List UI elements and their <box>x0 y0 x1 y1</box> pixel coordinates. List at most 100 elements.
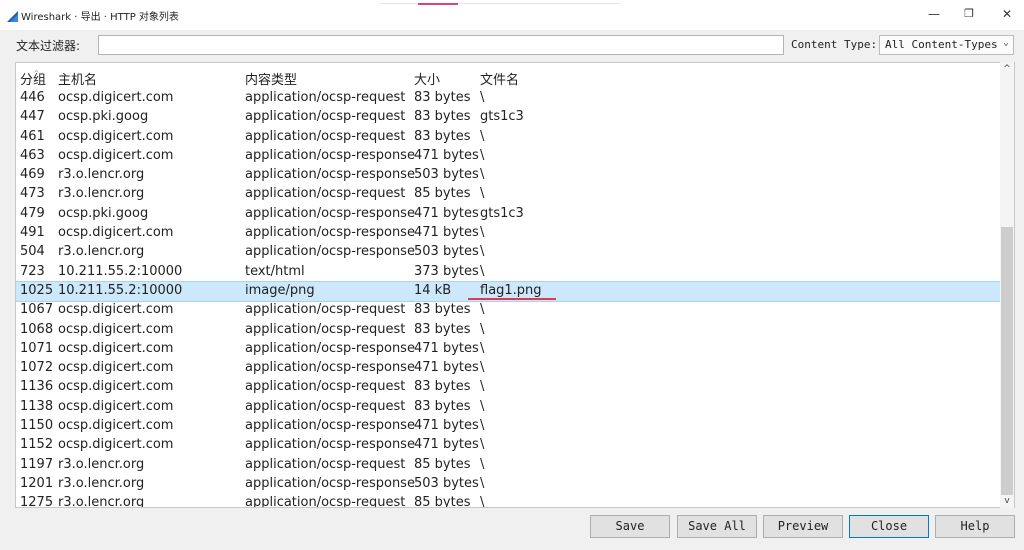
table-row[interactable]: 1150 ocsp.digicert.com application/ocsp-re… <box>16 417 1001 436</box>
size-cell: 85 bytes <box>414 186 471 202</box>
scroll-up-icon[interactable]: ^ <box>1000 64 1014 74</box>
packet-number-cell: 1136 <box>20 379 54 395</box>
table-row[interactable]: 504 r3.o.lencr.org application/ocsp-respon… <box>16 243 1001 262</box>
content-type-cell: application/ocsp-response <box>245 205 415 221</box>
hostname-cell: ocsp.digicert.com <box>58 379 174 395</box>
table-row[interactable]: 1136 ocsp.digicert.com application/ocsp-re… <box>16 378 1001 397</box>
table-row[interactable]: 479 ocsp.pki.goog application/ocsp-respons… <box>16 205 1001 224</box>
close-window-button[interactable]: ✕ <box>997 7 1017 21</box>
filename-cell: \ <box>480 167 485 183</box>
hostname-cell: r3.o.lencr.org <box>58 167 145 183</box>
hostname-cell: ocsp.digicert.com <box>58 128 174 144</box>
size-cell: 85 bytes <box>414 495 471 508</box>
hostname-cell: ocsp.digicert.com <box>58 360 174 376</box>
size-cell: 503 bytes <box>414 167 479 183</box>
packet-number-cell: 1138 <box>20 398 54 414</box>
filename-cell: \ <box>480 398 485 414</box>
size-cell: 83 bytes <box>414 128 471 144</box>
hostname-cell: ocsp.digicert.com <box>58 321 174 337</box>
column-header-content-type[interactable]: 内容类型 <box>245 69 297 88</box>
content-type-cell: application/ocsp-request <box>245 321 406 337</box>
title-divider <box>380 3 620 4</box>
packet-number-cell: 469 <box>20 167 45 183</box>
restore-button[interactable]: ❐ <box>959 7 979 20</box>
hostname-cell: ocsp.digicert.com <box>58 340 174 356</box>
packet-number-cell: 491 <box>20 225 45 241</box>
column-header-packet[interactable]: 分组 <box>20 69 46 88</box>
table-header: ^ 分组 主机名 内容类型 大小 文件名 <box>16 63 1001 89</box>
hostname-cell: r3.o.lencr.org <box>58 244 145 260</box>
table-row[interactable]: 469 r3.o.lencr.org application/ocsp-respon… <box>16 166 1001 185</box>
hostname-cell: ocsp.digicert.com <box>58 437 174 453</box>
packet-number-cell: 1201 <box>20 475 54 491</box>
hostname-cell: ocsp.digicert.com <box>58 418 174 434</box>
hostname-cell: r3.o.lencr.org <box>58 475 145 491</box>
hostname-cell: ocsp.pki.goog <box>58 109 149 125</box>
table-row[interactable]: 446 ocsp.digicert.com application/ocsp-req… <box>16 89 1001 108</box>
table-row[interactable]: 447 ocsp.pki.goog application/ocsp-request… <box>16 108 1001 127</box>
table-row[interactable]: 1138 ocsp.digicert.com application/ocsp-re… <box>16 398 1001 417</box>
window-title: Wireshark · 导出 · HTTP 对象列表 <box>21 12 179 23</box>
column-header-filename[interactable]: 文件名 <box>480 69 519 88</box>
close-button[interactable]: Close <box>849 515 929 538</box>
packet-number-cell: 447 <box>20 109 45 125</box>
save-button[interactable]: Save <box>590 515 670 538</box>
table-row[interactable]: 1275 r3.o.lencr.org application/ocsp-reque… <box>16 494 1001 508</box>
minimize-button[interactable]: — <box>924 7 944 21</box>
save-all-button[interactable]: Save All <box>677 515 757 538</box>
column-header-hostname[interactable]: 主机名 <box>58 69 97 88</box>
filename-cell: \ <box>480 263 485 279</box>
content-type-cell: image/png <box>245 282 315 298</box>
vertical-scrollbar[interactable]: ^ v <box>1000 62 1014 508</box>
table-row[interactable]: 463 ocsp.digicert.com application/ocsp-res… <box>16 147 1001 166</box>
title-accent <box>418 3 458 5</box>
content-type-label: Content Type: <box>791 38 878 51</box>
preview-button[interactable]: Preview <box>763 515 843 538</box>
help-button[interactable]: Help <box>935 515 1015 538</box>
content-type-cell: text/html <box>245 263 305 279</box>
content-type-cell: application/ocsp-request <box>245 302 406 318</box>
content-type-cell: application/ocsp-response <box>245 475 415 491</box>
table-row[interactable]: 1068 ocsp.digicert.com application/ocsp-re… <box>16 321 1001 340</box>
packet-number-cell: 461 <box>20 128 45 144</box>
packet-number-cell: 473 <box>20 186 45 202</box>
content-type-cell: application/ocsp-response <box>245 244 415 260</box>
filename-cell: \ <box>480 225 485 241</box>
table-row[interactable]: 1197 r3.o.lencr.org application/ocsp-reque… <box>16 456 1001 475</box>
packet-number-cell: 1071 <box>20 340 54 356</box>
hostname-cell: r3.o.lencr.org <box>58 186 145 202</box>
table-row[interactable]: 461 ocsp.digicert.com application/ocsp-req… <box>16 128 1001 147</box>
table-row[interactable]: 723 10.211.55.2:10000 text/html 373 bytes \ <box>16 263 1001 282</box>
hostname-cell: ocsp.digicert.com <box>58 398 174 414</box>
column-header-size[interactable]: 大小 <box>414 69 440 88</box>
filename-cell: \ <box>480 302 485 318</box>
text-filter-input[interactable] <box>98 35 784 55</box>
table-row[interactable]: 473 r3.o.lencr.org application/ocsp-reques… <box>16 185 1001 204</box>
size-cell: 85 bytes <box>414 456 471 472</box>
object-list-table[interactable]: ^ 分组 主机名 内容类型 大小 文件名 446 ocsp.digicert.co… <box>15 62 1015 508</box>
filename-cell: flag1.png <box>480 282 542 298</box>
table-row[interactable]: 491 ocsp.digicert.com application/ocsp-res… <box>16 224 1001 243</box>
scroll-down-icon[interactable]: v <box>1000 496 1014 506</box>
packet-number-cell: 1152 <box>20 437 54 453</box>
hostname-cell: 10.211.55.2:10000 <box>58 282 183 298</box>
table-row[interactable]: 1152 ocsp.digicert.com application/ocsp-re… <box>16 436 1001 455</box>
content-type-cell: application/ocsp-response <box>245 360 415 376</box>
packet-number-cell: 1067 <box>20 302 54 318</box>
hostname-cell: ocsp.digicert.com <box>58 302 174 318</box>
filename-cell: \ <box>480 186 485 202</box>
content-type-select[interactable]: All Content-Types ⌄ <box>879 35 1014 55</box>
size-cell: 503 bytes <box>414 475 479 491</box>
content-type-cell: application/ocsp-request <box>245 379 406 395</box>
packet-number-cell: 479 <box>20 205 45 221</box>
table-row[interactable]: 1201 r3.o.lencr.org application/ocsp-respo… <box>16 475 1001 494</box>
scroll-thumb[interactable] <box>1001 227 1013 495</box>
filename-cell: gts1c3 <box>480 109 524 125</box>
filename-cell: \ <box>480 90 485 105</box>
table-row[interactable]: 1072 ocsp.digicert.com application/ocsp-re… <box>16 359 1001 378</box>
filename-cell: \ <box>480 340 485 356</box>
table-row[interactable]: 1071 ocsp.digicert.com application/ocsp-re… <box>16 340 1001 359</box>
table-row[interactable]: 1067 ocsp.digicert.com application/ocsp-re… <box>16 301 1001 320</box>
hostname-cell: 10.211.55.2:10000 <box>58 263 183 279</box>
filename-cell: \ <box>480 495 485 508</box>
